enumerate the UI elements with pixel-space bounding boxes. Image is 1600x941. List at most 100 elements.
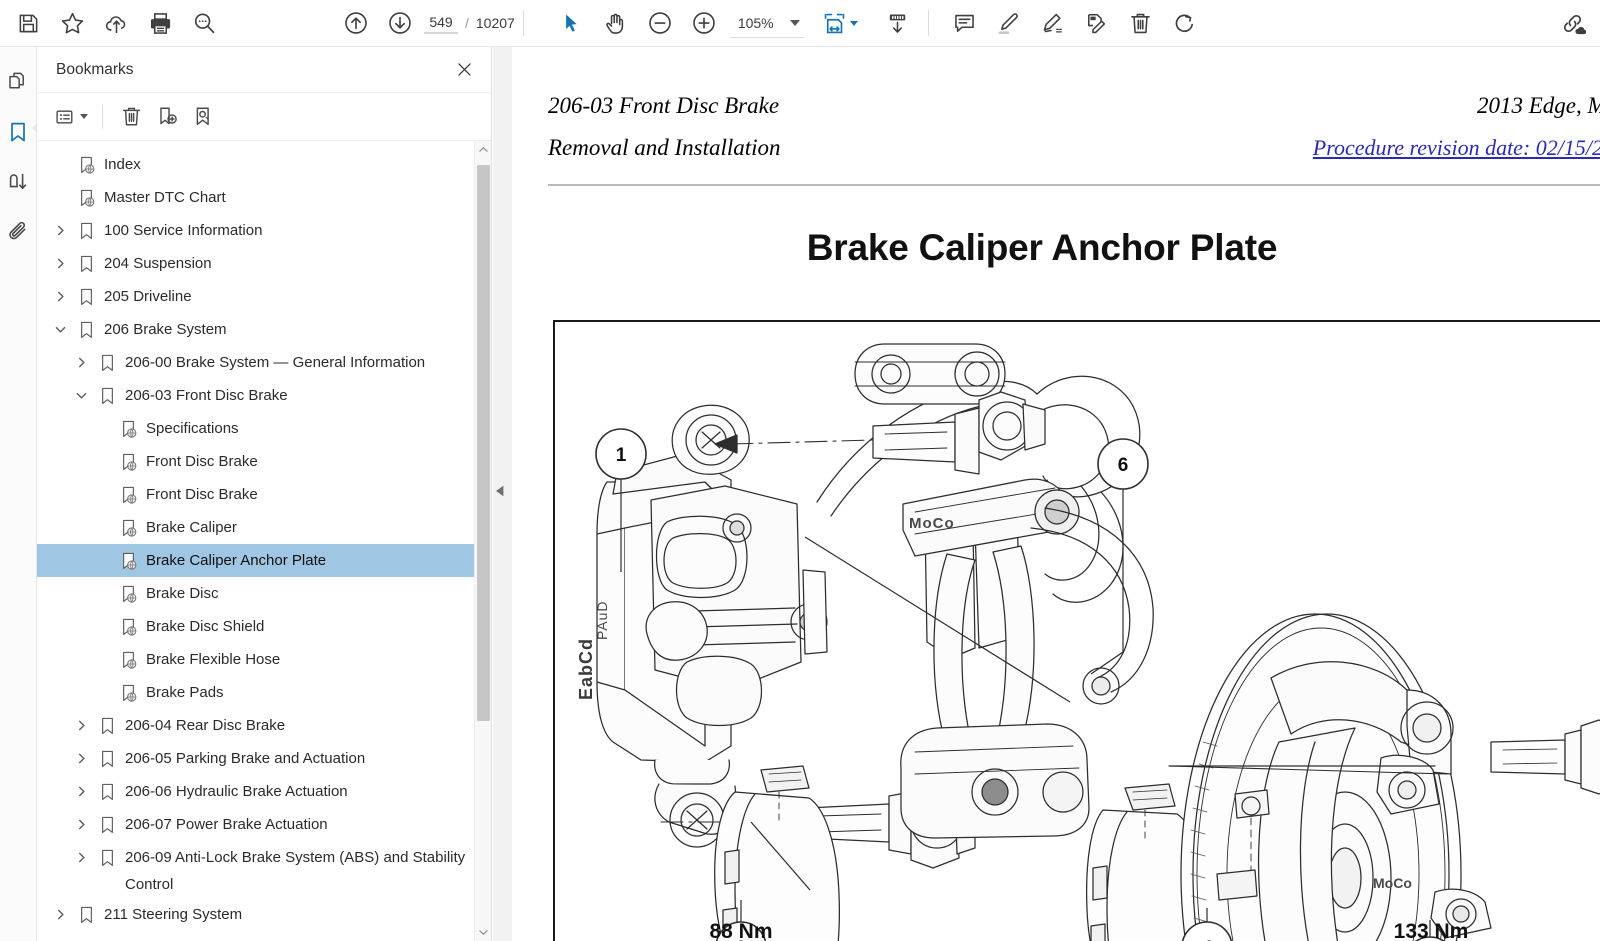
close-panel-button[interactable] <box>451 57 477 83</box>
chevron-right-icon[interactable] <box>68 742 94 775</box>
bookmark-item-label: 206-09 Anti-Lock Brake System (ABS) and … <box>125 849 470 893</box>
bookmark-tree-item[interactable]: Brake Disc <box>37 577 474 610</box>
bookmark-tree-item[interactable]: 206-03 Front Disc Brake <box>37 379 474 412</box>
signature-button[interactable] <box>1031 3 1075 43</box>
bookmark-tree-item[interactable]: 100 Service Information <box>37 214 474 247</box>
bookmarks-toolbar-divider <box>102 104 103 129</box>
bookmark-icon <box>94 742 120 775</box>
bookmarks-scrollbar[interactable] <box>474 141 491 941</box>
chevron-right-icon[interactable] <box>68 808 94 841</box>
chevron-down-icon[interactable] <box>68 379 94 412</box>
delete-button[interactable] <box>1119 3 1163 43</box>
favorite-button[interactable] <box>50 3 94 43</box>
document-viewport[interactable]: 206-03 Front Disc Brake 2013 Edge, MKX R… <box>493 47 1600 941</box>
add-bookmark-button[interactable] <box>150 101 184 133</box>
share-link-button[interactable] <box>1550 3 1594 43</box>
rotate-button[interactable] <box>1163 3 1207 43</box>
current-page-input[interactable]: 549 <box>424 13 458 34</box>
bookmark-tree-item[interactable]: 206-07 Power Brake Actuation <box>37 808 474 841</box>
brake-caliper-anchor-plate-exploded-diagram: EabCd PAuD MoCo MoCo 1 6 88 Nm 133 Nm <box>553 320 1600 941</box>
chevron-right-icon[interactable] <box>47 280 73 313</box>
bookmark-tree-item[interactable]: Front Disc Brake <box>37 445 474 478</box>
bookmark-tree-item[interactable]: 206-00 Brake System — General Informatio… <box>37 346 474 379</box>
chevron-right-icon[interactable] <box>47 214 73 247</box>
bookmark-tree-item[interactable]: Brake Caliper Anchor Plate <box>37 544 474 577</box>
bookmark-link-icon <box>115 577 141 610</box>
chevron-right-icon[interactable] <box>68 775 94 808</box>
bookmark-tree-item[interactable]: Brake Flexible Hose <box>37 643 474 676</box>
scroll-up-button[interactable] <box>475 141 491 158</box>
chevron-down-icon <box>849 20 858 26</box>
chevron-right-icon[interactable] <box>47 247 73 280</box>
bookmark-item-label: 206 Brake System <box>104 321 227 338</box>
edit-page-button[interactable] <box>1075 3 1119 43</box>
search-button[interactable] <box>182 3 226 43</box>
find-bookmark-button[interactable] <box>186 101 220 133</box>
bookmark-tree-item[interactable]: 205 Driveline <box>37 280 474 313</box>
bookmark-tree-item[interactable]: Brake Caliper <box>37 511 474 544</box>
bookmark-tree-item[interactable]: 206-06 Hydraulic Brake Actuation <box>37 775 474 808</box>
procedure-revision-date-link[interactable]: Procedure revision date: 02/15/2012 <box>1313 135 1600 161</box>
highlight-button[interactable] <box>987 3 1031 43</box>
bookmark-item-label: 206-06 Hydraulic Brake Actuation <box>125 783 348 800</box>
chevron-right-icon[interactable] <box>68 841 94 874</box>
pdf-page: 206-03 Front Disc Brake 2013 Edge, MKX R… <box>512 47 1600 941</box>
comment-button[interactable] <box>943 3 987 43</box>
scroll-down-button[interactable] <box>475 924 491 941</box>
save-button[interactable] <box>6 3 50 43</box>
bookmark-tree-item[interactable]: 206-05 Parking Brake and Actuation <box>37 742 474 775</box>
rail-signatures[interactable] <box>1 163 35 201</box>
bookmark-tree-item[interactable]: Index <box>37 148 474 181</box>
bookmark-link-icon <box>115 544 141 577</box>
collapse-panel-handle[interactable] <box>493 469 507 513</box>
bookmark-item-label: Specifications <box>146 420 239 437</box>
zoom-out-button[interactable] <box>638 3 682 43</box>
bookmark-tree-item[interactable]: Brake Disc Shield <box>37 610 474 643</box>
torque-spec-4-metric: 133 Nm <box>1393 920 1469 941</box>
previous-page-button[interactable] <box>334 3 378 43</box>
zoom-level-dropdown[interactable]: 105% <box>729 8 804 38</box>
bookmark-link-icon <box>115 511 141 544</box>
printer-icon <box>150 12 170 34</box>
bookmarks-tree: Index Master DTC Chart 100 Service Informa… <box>37 141 474 941</box>
chevron-down-icon <box>789 19 800 26</box>
print-button[interactable] <box>138 3 182 43</box>
zoom-in-button[interactable] <box>682 3 726 43</box>
bookmark-tree-item[interactable]: Specifications <box>37 412 474 445</box>
bookmark-link-icon <box>115 445 141 478</box>
bookmark-link-icon <box>115 412 141 445</box>
bookmark-tree-item[interactable]: 206-04 Rear Disc Brake <box>37 709 474 742</box>
bookmark-item-label: 204 Suspension <box>104 255 212 272</box>
brake-caliper-anchor-plate-part: MoCo <box>900 478 1154 839</box>
bookmark-tree-item[interactable]: Master DTC Chart <box>37 181 474 214</box>
torque-spec-2: 88 Nm (65 lb-ft) <box>651 868 831 941</box>
scroll-mode-button[interactable] <box>876 3 920 43</box>
bookmark-tree-item[interactable]: 211 Steering System <box>37 898 474 931</box>
page-separator: / <box>465 15 469 31</box>
bookmark-item-label: 100 Service Information <box>104 222 263 239</box>
select-tool-button[interactable] <box>550 3 594 43</box>
arrow-down-circle-icon <box>389 12 411 34</box>
total-pages-label: 10207 <box>475 15 515 31</box>
next-page-button[interactable] <box>378 3 422 43</box>
bookmark-tree-item[interactable]: Brake Pads <box>37 676 474 709</box>
chevron-right-icon[interactable] <box>68 709 94 742</box>
chevron-down-icon[interactable] <box>47 313 73 346</box>
bookmark-tree-item[interactable]: Front Disc Brake <box>37 478 474 511</box>
hand-tool-button[interactable] <box>594 3 638 43</box>
chevron-right-icon[interactable] <box>47 898 73 931</box>
bookmark-tree-item[interactable]: 206-09 Anti-Lock Brake System (ABS) and … <box>37 841 474 898</box>
bookmark-options-button[interactable] <box>51 101 91 133</box>
flow-arrow-icon <box>9 173 27 189</box>
rail-attachments[interactable] <box>1 213 35 251</box>
bookmark-tree-item[interactable]: 204 Suspension <box>37 247 474 280</box>
delete-bookmark-button[interactable] <box>114 101 148 133</box>
fit-page-button[interactable] <box>822 3 858 43</box>
chevron-right-icon[interactable] <box>68 346 94 379</box>
rail-bookmarks[interactable] <box>1 113 39 151</box>
main-toolbar: 549 / 10207 105% <box>0 0 1600 47</box>
rail-thumbnails[interactable] <box>1 63 35 101</box>
bookmark-tree-item[interactable]: 206 Brake System <box>37 313 474 346</box>
upload-cloud-button[interactable] <box>94 3 138 43</box>
scrollbar-thumb[interactable] <box>477 165 490 721</box>
